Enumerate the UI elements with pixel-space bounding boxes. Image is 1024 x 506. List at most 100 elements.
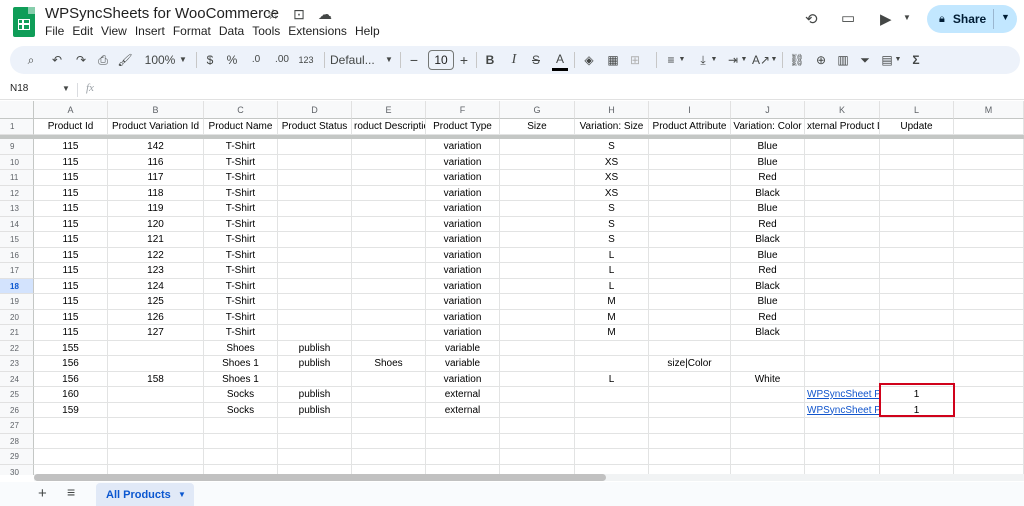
table-cell[interactable]: S <box>575 232 649 248</box>
table-cell[interactable] <box>352 387 426 403</box>
table-cell[interactable] <box>278 170 352 186</box>
table-cell[interactable] <box>954 278 1024 294</box>
table-cell[interactable]: Shoes <box>352 356 426 372</box>
horizontal-align-caret-icon[interactable]: ▼ <box>678 46 686 74</box>
table-cell[interactable]: T-Shirt <box>204 154 278 170</box>
table-cell[interactable] <box>352 402 426 418</box>
table-cell[interactable] <box>204 418 278 434</box>
table-cell[interactable]: 115 <box>34 247 108 263</box>
table-cell[interactable]: external <box>426 402 500 418</box>
table-cell[interactable]: variable <box>426 356 500 372</box>
table-cell[interactable] <box>278 278 352 294</box>
table-cell[interactable] <box>649 418 731 434</box>
history-icon[interactable]: ⟲ <box>805 10 818 28</box>
table-cell[interactable]: variation <box>426 247 500 263</box>
table-cell[interactable]: T-Shirt <box>204 278 278 294</box>
table-cell[interactable] <box>500 201 575 217</box>
table-cell[interactable] <box>500 402 575 418</box>
table-cell[interactable]: 115 <box>34 294 108 310</box>
table-cell[interactable]: L <box>575 247 649 263</box>
table-cell[interactable]: 115 <box>34 278 108 294</box>
table-cell[interactable] <box>278 232 352 248</box>
table-cell[interactable] <box>352 449 426 465</box>
table-cell[interactable] <box>805 263 880 279</box>
table-cell[interactable]: variable <box>426 340 500 356</box>
table-cell[interactable] <box>108 387 204 403</box>
table-cell[interactable] <box>34 449 108 465</box>
print-icon[interactable]: ⎙ <box>94 46 112 74</box>
menu-edit[interactable]: Edit <box>72 24 99 38</box>
header-cell[interactable]: Variation: Color <box>731 119 805 135</box>
table-cell[interactable] <box>352 309 426 325</box>
table-cell[interactable]: Black <box>731 232 805 248</box>
table-cell[interactable] <box>278 216 352 232</box>
table-cell[interactable]: 116 <box>108 154 204 170</box>
table-cell[interactable] <box>954 247 1024 263</box>
table-cell[interactable]: 115 <box>34 309 108 325</box>
table-cell[interactable] <box>805 340 880 356</box>
header-cell[interactable]: roduct Descriptio <box>352 119 426 135</box>
table-cell[interactable]: M <box>575 294 649 310</box>
table-cell[interactable]: T-Shirt <box>204 309 278 325</box>
table-cell[interactable] <box>805 418 880 434</box>
table-cell[interactable]: T-Shirt <box>204 139 278 155</box>
table-cell[interactable] <box>805 247 880 263</box>
text-color-button[interactable]: A <box>552 49 568 71</box>
share-button[interactable]: 🔒︎ Share ▼ <box>927 5 1017 33</box>
table-cell[interactable]: 124 <box>108 278 204 294</box>
decrease-decimal-button[interactable]: .0 <box>246 46 266 74</box>
table-cell[interactable] <box>649 154 731 170</box>
table-cell[interactable]: XS <box>575 185 649 201</box>
table-cell[interactable] <box>575 433 649 449</box>
table-cell[interactable] <box>278 201 352 217</box>
table-cell[interactable]: 158 <box>108 371 204 387</box>
table-cell[interactable]: Black <box>731 325 805 341</box>
table-cell[interactable] <box>649 402 731 418</box>
header-cell[interactable]: Variation: Size <box>575 119 649 135</box>
table-cell[interactable]: external <box>426 387 500 403</box>
table-cell[interactable]: 155 <box>34 340 108 356</box>
row-header[interactable]: 26 <box>0 402 34 418</box>
table-cell[interactable] <box>500 185 575 201</box>
table-cell[interactable] <box>352 263 426 279</box>
column-header-f[interactable]: F <box>426 101 500 119</box>
table-cell[interactable] <box>278 294 352 310</box>
text-wrapping-caret-icon[interactable]: ▼ <box>740 46 748 74</box>
table-cell[interactable] <box>500 325 575 341</box>
table-cell[interactable] <box>649 216 731 232</box>
merge-cells-icon[interactable]: ⊞ <box>626 46 644 74</box>
table-cell[interactable] <box>880 325 954 341</box>
table-cell[interactable] <box>649 340 731 356</box>
strikethrough-button[interactable]: S <box>528 46 544 74</box>
cell-link[interactable]: WPSyncSheet Plug <box>805 387 880 403</box>
table-cell[interactable] <box>954 433 1024 449</box>
column-header-a[interactable]: A <box>34 101 108 119</box>
share-caret-icon[interactable]: ▼ <box>1001 12 1010 22</box>
table-cell[interactable] <box>954 216 1024 232</box>
table-cell[interactable] <box>500 340 575 356</box>
table-cell[interactable]: T-Shirt <box>204 263 278 279</box>
document-title[interactable]: WPSyncSheets for WooCommerce <box>45 5 279 22</box>
table-cell[interactable]: 159 <box>34 402 108 418</box>
table-cell[interactable] <box>880 418 954 434</box>
table-cell[interactable] <box>352 340 426 356</box>
sheets-logo-icon[interactable] <box>13 7 35 37</box>
table-cell[interactable] <box>575 356 649 372</box>
table-cell[interactable]: Socks <box>204 402 278 418</box>
table-cell[interactable] <box>805 371 880 387</box>
table-cell[interactable] <box>880 263 954 279</box>
table-cell[interactable] <box>954 356 1024 372</box>
table-cell[interactable]: T-Shirt <box>204 201 278 217</box>
table-cell[interactable] <box>278 185 352 201</box>
cell-link[interactable]: WPSyncSheet Plug <box>805 402 880 418</box>
table-cell[interactable]: Shoes 1 <box>204 371 278 387</box>
insert-link-icon[interactable]: ⛓ <box>788 46 806 74</box>
functions-button[interactable]: Σ <box>908 46 924 74</box>
table-cell[interactable] <box>108 449 204 465</box>
table-cell[interactable] <box>278 418 352 434</box>
column-header-g[interactable]: G <box>500 101 575 119</box>
table-cell[interactable]: 122 <box>108 247 204 263</box>
table-cell[interactable]: Black <box>731 278 805 294</box>
table-cell[interactable] <box>880 201 954 217</box>
table-cell[interactable]: 118 <box>108 185 204 201</box>
